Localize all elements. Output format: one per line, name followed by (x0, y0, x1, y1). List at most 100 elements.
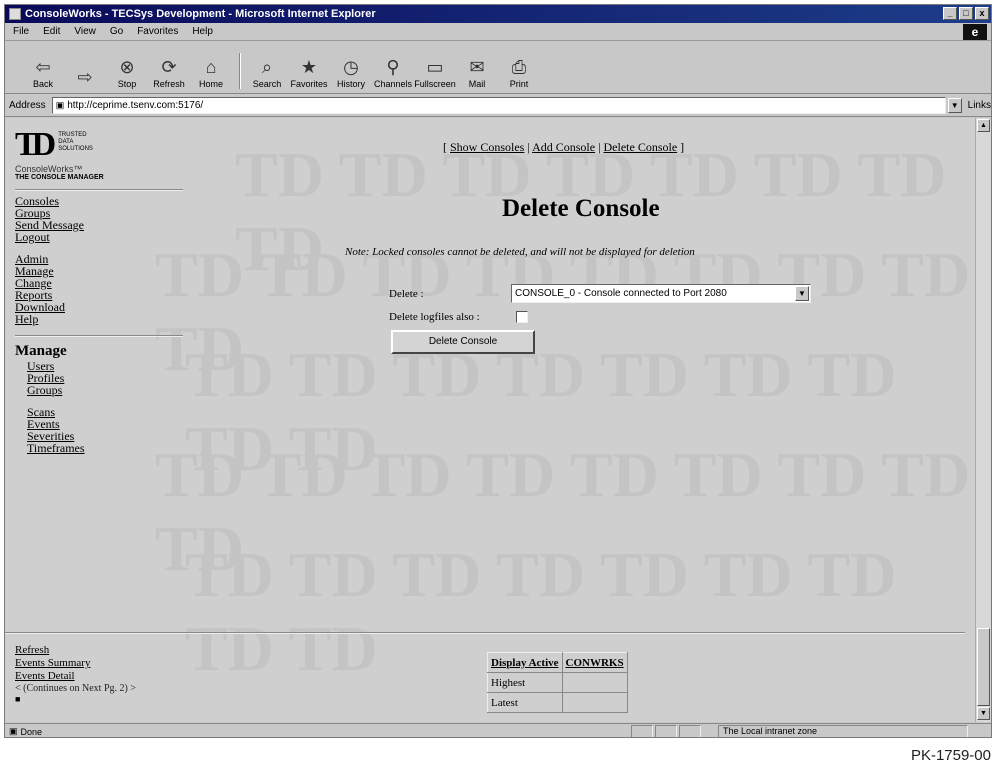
back-button[interactable]: ⇦ Back (23, 55, 63, 89)
sidebar: TD TRUSTED DATA SOLUTIONS ConsoleWorks™ … (15, 128, 185, 464)
close-button[interactable]: x (975, 7, 989, 20)
nav-divider: | (527, 140, 530, 154)
home-icon: ⌂ (205, 57, 217, 77)
browser-app-icon (9, 8, 21, 20)
logo-line: SOLUTIONS (58, 146, 93, 152)
ie-logo-icon: e (963, 24, 987, 40)
print-label: Print (509, 79, 529, 89)
favorites-label: Favorites (290, 79, 328, 89)
status-table: Display Active CONWRKS Highest Latest (487, 652, 628, 713)
continued-note: < (Continues on Next Pg. 2) > (15, 683, 136, 694)
search-icon: ⌕ (261, 57, 273, 77)
status-cell (655, 725, 677, 737)
sidebar-item-download[interactable]: Download (15, 301, 185, 313)
sidebar-item-logout[interactable]: Logout (15, 231, 185, 243)
maximize-button[interactable]: □ (959, 7, 973, 20)
table-row: Highest (487, 672, 628, 693)
bottom-links: Refresh Events Summary Events Detail < (… (15, 644, 136, 704)
events-detail-link[interactable]: Events Detail (15, 670, 136, 683)
logo-mark: TD (15, 126, 56, 163)
security-zone: The Local intranet zone (718, 725, 968, 737)
mail-label: Mail (468, 79, 486, 89)
console-select[interactable]: CONSOLE_0 - Console connected to Port 20… (511, 284, 811, 303)
events-summary-link[interactable]: Events Summary (15, 657, 136, 670)
stop-icon: ⊗ (119, 57, 135, 77)
chevron-down-icon[interactable]: ▼ (795, 286, 809, 301)
channels-label: Channels (373, 79, 413, 89)
back-icon: ⇦ (35, 57, 51, 77)
fullscreen-button[interactable]: ▭ Fullscreen (414, 55, 456, 89)
bracket: ] (680, 140, 685, 154)
search-label: Search (252, 79, 282, 89)
toolbar: ⇦ Back ⇨ ⊗ Stop ⟳ Refresh ⌂ Home ⌕ Search ★ Fa… (5, 42, 991, 94)
table-header[interactable]: Display Active (487, 652, 563, 673)
menu-view[interactable]: View (74, 26, 96, 37)
history-button[interactable]: ◷ History (331, 55, 371, 89)
refresh-label: Refresh (153, 79, 185, 89)
logo-line: DATA (58, 139, 74, 145)
mail-button[interactable]: ✉ Mail (457, 55, 497, 89)
browser-window: ConsoleWorks - TECSys Development - Micr… (4, 4, 992, 738)
scroll-down-icon[interactable]: ▼ (977, 707, 990, 720)
manage-subnav-1: Users Profiles Groups (15, 360, 185, 396)
table-header[interactable]: CONWRKS (561, 652, 628, 673)
intranet-zone-text: The Local intranet zone (723, 726, 818, 736)
manage-subnav-2: Scans Events Severities Timeframes (15, 406, 185, 454)
delete-console-link[interactable]: Delete Console (604, 140, 678, 154)
forward-button[interactable]: ⇨ (65, 65, 105, 89)
page-title: Delete Console (502, 195, 660, 222)
nav-divider: | (598, 140, 601, 154)
console-select-value: CONSOLE_0 - Console connected to Port 20… (515, 288, 727, 299)
add-console-link[interactable]: Add Console (532, 140, 595, 154)
search-button[interactable]: ⌕ Search (247, 55, 287, 89)
scroll-thumb[interactable] (977, 628, 990, 706)
address-label: Address (9, 100, 46, 111)
divider (15, 189, 183, 191)
favorites-button[interactable]: ★ Favorites (289, 55, 329, 89)
menu-file[interactable]: File (13, 26, 29, 37)
menu-help[interactable]: Help (192, 26, 213, 37)
scroll-up-icon[interactable]: ▲ (977, 119, 990, 132)
menu-go[interactable]: Go (110, 26, 123, 37)
address-input[interactable]: ▣ http://ceprime.tsenv.com:5176/ (51, 97, 946, 114)
links-button[interactable]: Links (968, 100, 991, 111)
nav-group-admin: Admin Manage Change Reports Download Hel… (15, 253, 185, 325)
table-row: Latest (487, 692, 628, 713)
table-cell (561, 692, 628, 713)
stop-label: Stop (117, 79, 137, 89)
sidebar-item-help[interactable]: Help (15, 313, 185, 325)
refresh-button[interactable]: ⟳ Refresh (149, 55, 189, 89)
page-content: TD TD TD TD TD TD TD TD TD TD TD TD TD T… (5, 118, 977, 722)
mail-icon: ✉ (469, 57, 485, 77)
bullet-icon: ■ (15, 694, 21, 704)
delete-console-button[interactable]: Delete Console (391, 330, 535, 354)
forward-icon: ⇨ (77, 67, 93, 87)
minimize-button[interactable]: _ (943, 7, 957, 20)
status-bar: ▣ Done The Local intranet zone (5, 723, 991, 737)
company-logo: TD TRUSTED DATA SOLUTIONS (15, 128, 185, 162)
sidebar-item-manage-groups[interactable]: Groups (27, 384, 185, 396)
delete-label: Delete : (389, 288, 424, 300)
menu-favorites[interactable]: Favorites (137, 26, 178, 37)
page-icon: ▣ (55, 100, 65, 110)
table-row: Display Active CONWRKS (487, 652, 628, 673)
history-icon: ◷ (343, 57, 359, 77)
manage-heading: Manage (15, 343, 67, 359)
channels-button[interactable]: ⚲ Channels (373, 55, 413, 89)
address-dropdown-icon[interactable]: ▼ (947, 98, 962, 113)
sidebar-item-timeframes[interactable]: Timeframes (27, 442, 185, 454)
status-cell (679, 725, 701, 737)
vertical-scrollbar[interactable]: ▲ ▼ (975, 118, 991, 722)
refresh-icon: ⟳ (161, 57, 177, 77)
address-bar: Address ▣ http://ceprime.tsenv.com:5176/… (5, 95, 991, 117)
stop-button[interactable]: ⊗ Stop (107, 55, 147, 89)
show-consoles-link[interactable]: Show Consoles (450, 140, 524, 154)
menu-edit[interactable]: Edit (43, 26, 60, 37)
menu-bar: File Edit View Go Favorites Help e (5, 23, 991, 41)
bracket: [ (443, 140, 447, 154)
status-text: Done (20, 726, 43, 737)
refresh-link[interactable]: Refresh (15, 644, 136, 657)
delete-logfiles-checkbox[interactable] (516, 311, 528, 323)
print-button[interactable]: ⎙ Print (499, 55, 539, 89)
home-button[interactable]: ⌂ Home (191, 55, 231, 89)
